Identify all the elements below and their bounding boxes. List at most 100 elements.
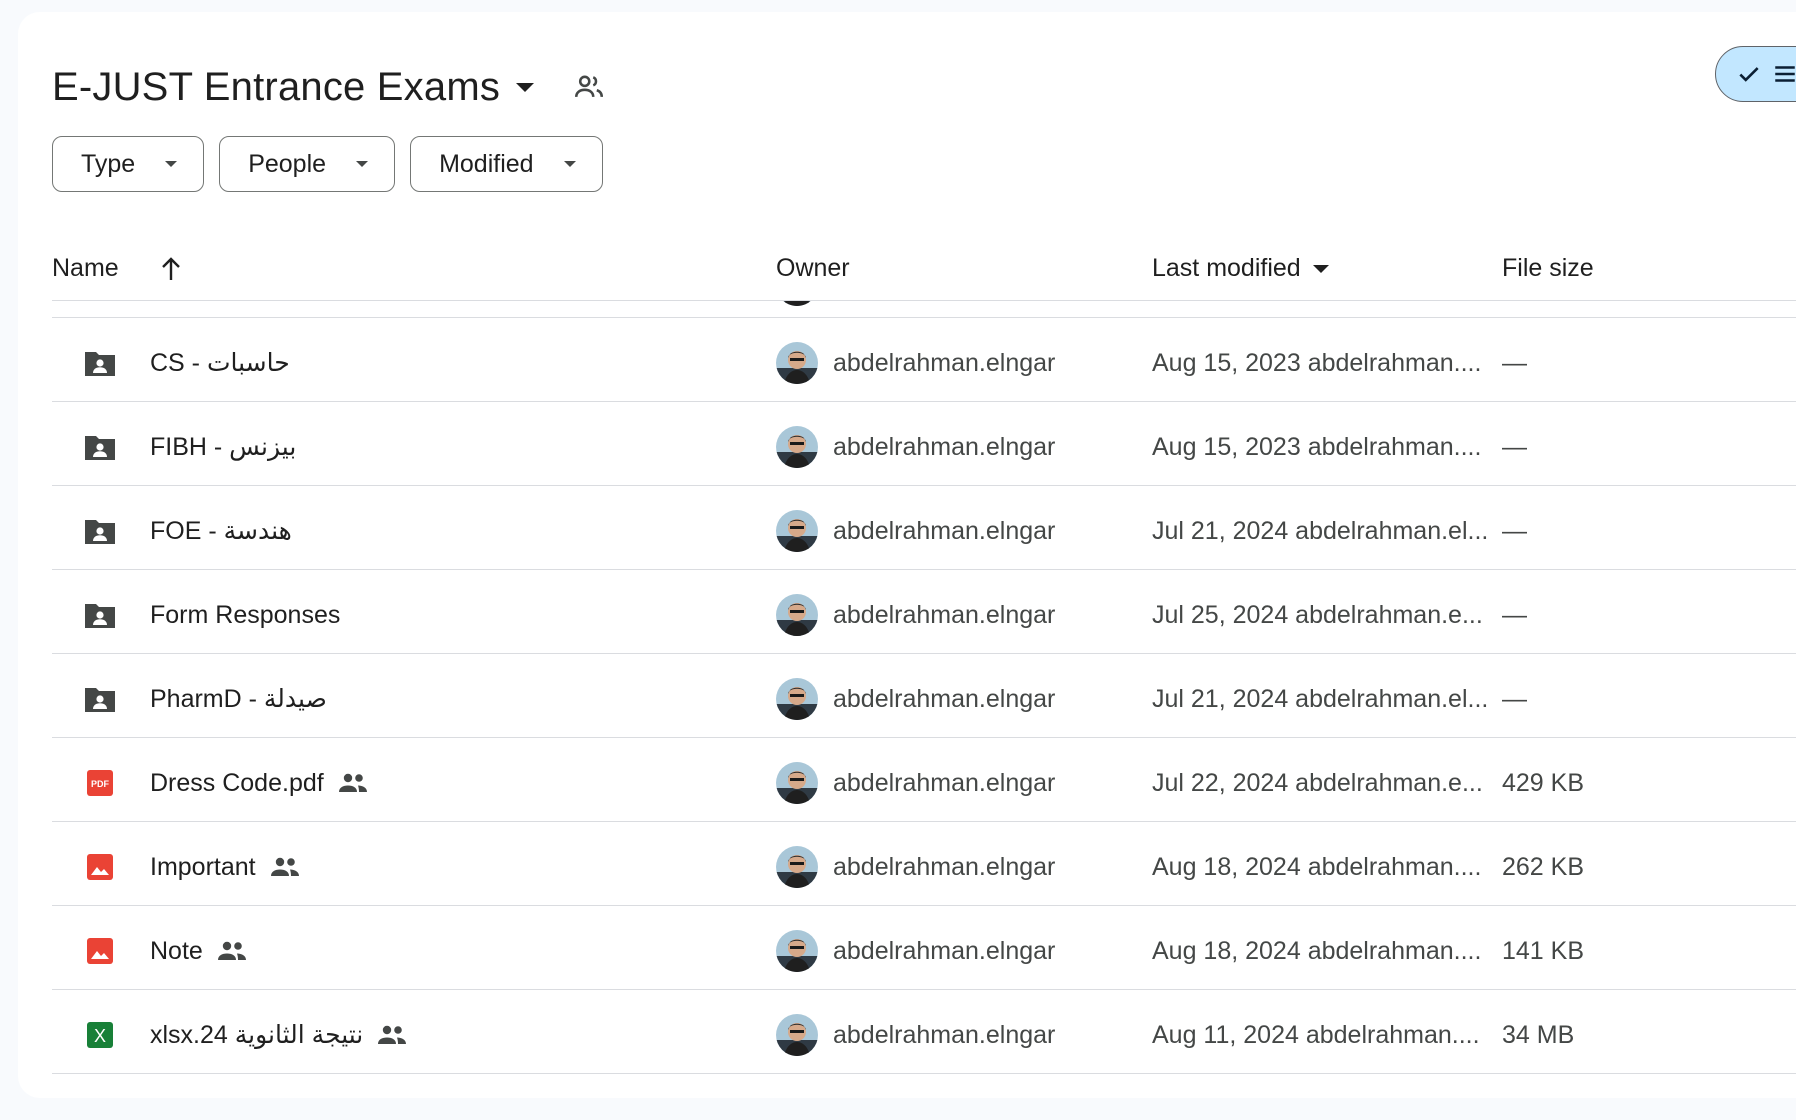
file-name-cell[interactable]: Dress Code.pdf xyxy=(150,768,368,798)
owner-name: abdelrahman.elngar xyxy=(833,1020,1056,1049)
last-modified-cell: Jul 22, 2024 abdelrahman.e... xyxy=(1152,768,1483,797)
avatar xyxy=(776,930,818,972)
owner-name: abdelrahman.elngar xyxy=(833,768,1056,797)
last-modified-cell: Jul 21, 2024 abdelrahman.el... xyxy=(1152,516,1489,545)
sort-arrow-up-icon[interactable] xyxy=(159,256,183,282)
file-size-cell: 262 KB xyxy=(1502,852,1585,881)
owner-cell[interactable]: abdelrahman.elngar xyxy=(776,930,1056,972)
file-name: بيزنس - FIBH xyxy=(150,433,297,461)
column-name-label: Name xyxy=(52,254,119,282)
owner-cell[interactable]: abdelrahman.elngar xyxy=(776,342,1056,384)
chevron-down-icon xyxy=(356,161,369,167)
image-file-icon xyxy=(82,933,118,969)
file-row[interactable]: X نتيجة الثانوية xlsx.24 abdelrahman.elnga… xyxy=(52,990,1796,1074)
image-file-icon xyxy=(82,849,118,885)
file-row[interactable]: بيزنس - FIBH abdelrahman.elngar Aug 15, 20… xyxy=(52,402,1796,486)
file-name: Note xyxy=(150,936,203,965)
shared-people-icon xyxy=(377,1024,407,1046)
view-toggle-button[interactable] xyxy=(1715,46,1796,102)
file-size-cell: 141 KB xyxy=(1502,936,1585,965)
avatar xyxy=(776,846,818,888)
owner-cell[interactable]: abdelrahman.elngar xyxy=(776,846,1056,888)
shared-folder-icon xyxy=(82,681,118,717)
filter-people-chip[interactable]: People xyxy=(219,136,396,192)
filter-modified-chip[interactable]: Modified xyxy=(410,136,603,192)
avatar xyxy=(776,426,818,468)
owner-cell[interactable]: abdelrahman.elngar xyxy=(776,510,1056,552)
column-last-modified-header[interactable]: Last modified xyxy=(1152,254,1329,283)
avatar xyxy=(776,678,818,720)
file-name-cell[interactable]: Important xyxy=(150,852,300,882)
chevron-down-icon[interactable] xyxy=(516,82,535,92)
file-row[interactable]: PDF Dress Code.pdf abdelrahman.elngar Jul 2… xyxy=(52,738,1796,822)
filter-people-label: People xyxy=(248,149,327,178)
check-icon xyxy=(1739,67,1759,82)
file-size-cell: — xyxy=(1502,432,1527,461)
column-file-size-header[interactable]: File size xyxy=(1502,254,1594,283)
shared-people-icon xyxy=(217,940,247,962)
shared-people-icon xyxy=(270,856,300,878)
manage-access-icon[interactable] xyxy=(572,70,606,104)
file-name: Dress Code.pdf xyxy=(150,768,324,797)
column-owner-header[interactable]: Owner xyxy=(776,254,850,283)
file-name-cell[interactable]: Note xyxy=(150,936,247,966)
avatar xyxy=(776,510,818,552)
file-name-cell[interactable]: حاسبات - CS xyxy=(150,348,290,378)
file-row[interactable]: حاسبات - CS abdelrahman.elngar Aug 15, 202… xyxy=(52,318,1796,402)
file-row[interactable]: صيدلة - PharmD abdelrahman.elngar Jul 21, … xyxy=(52,654,1796,738)
filter-type-chip[interactable]: Type xyxy=(52,136,205,192)
last-modified-cell: Aug 18, 2024 abdelrahman.... xyxy=(1152,852,1482,881)
file-size-cell: — xyxy=(1502,516,1527,545)
svg-text:X: X xyxy=(94,1026,106,1046)
file-size-cell: — xyxy=(1502,600,1527,629)
owner-name: abdelrahman.elngar xyxy=(833,852,1056,881)
avatar xyxy=(776,594,818,636)
file-row[interactable]: Note abdelrahman.elngar Aug 18, 2024 abdel… xyxy=(52,906,1796,990)
file-size-cell: — xyxy=(1502,684,1527,713)
owner-name: abdelrahman.elngar xyxy=(833,936,1056,965)
spreadsheet-file-icon: X xyxy=(82,1017,118,1053)
filter-type-label: Type xyxy=(81,149,136,178)
owner-cell[interactable]: abdelrahman.elngar xyxy=(776,678,1056,720)
last-modified-cell: Jul 21, 2024 abdelrahman.el... xyxy=(1152,684,1489,713)
file-name-cell[interactable]: بيزنس - FIBH xyxy=(150,432,296,462)
file-row[interactable]: Important abdelrahman.elngar Aug 18, 2024 … xyxy=(52,822,1796,906)
file-name: حاسبات - CS xyxy=(150,349,290,377)
owner-name: abdelrahman.elngar xyxy=(833,600,1056,629)
avatar xyxy=(776,762,818,804)
file-name: Form Responses xyxy=(150,600,341,629)
owner-name: abdelrahman.elngar xyxy=(833,684,1056,713)
folder-header: E-JUST Entrance Exams xyxy=(52,52,606,122)
owner-name: abdelrahman.elngar xyxy=(833,516,1056,545)
file-name-cell[interactable]: هندسة - FOE xyxy=(150,516,292,546)
file-list-panel: E-JUST Entrance Exams Type People Modifi… xyxy=(18,12,1796,1098)
owner-cell[interactable]: abdelrahman.elngar xyxy=(776,426,1055,468)
chevron-down-icon xyxy=(165,161,178,167)
owner-cell[interactable]: abdelrahman.elngar xyxy=(776,762,1056,804)
shared-folder-icon xyxy=(82,597,118,633)
svg-text:PDF: PDF xyxy=(91,779,110,789)
shared-people-icon xyxy=(338,772,368,794)
avatar xyxy=(776,1014,818,1056)
file-row[interactable]: هندسة - FOE abdelrahman.elngar Jul 21, 202… xyxy=(52,486,1796,570)
file-name: هندسة - FOE xyxy=(150,517,292,545)
shared-folder-icon xyxy=(82,429,118,465)
owner-name: abdelrahman.elngar xyxy=(833,348,1056,377)
last-modified-cell: Aug 15, 2023 abdelrahman.... xyxy=(1152,348,1482,377)
column-last-modified-label: Last modified xyxy=(1152,254,1301,282)
owner-cell[interactable]: abdelrahman.elngar xyxy=(776,594,1056,636)
avatar xyxy=(776,342,818,384)
file-name-cell[interactable]: صيدلة - PharmD xyxy=(150,684,327,714)
column-header-row: Name Owner Last modified File size xyxy=(52,237,1796,301)
file-row[interactable]: Form Responses abdelrahman.elngar Jul 25, … xyxy=(52,570,1796,654)
owner-cell[interactable]: abdelrahman.elngar xyxy=(776,1014,1056,1056)
file-name: نتيجة الثانوية xlsx.24 xyxy=(150,1021,364,1049)
file-size-cell: 34 MB xyxy=(1502,1020,1575,1049)
chevron-down-icon xyxy=(563,161,576,167)
file-name-cell[interactable]: Form Responses xyxy=(150,600,340,630)
page-title[interactable]: E-JUST Entrance Exams xyxy=(52,65,500,110)
last-modified-cell: Aug 15, 2023 abdelrahman.... xyxy=(1152,432,1482,461)
column-name-header[interactable]: Name xyxy=(52,254,183,283)
shared-folder-icon xyxy=(82,513,118,549)
file-name-cell[interactable]: نتيجة الثانوية xlsx.24 xyxy=(150,1020,407,1050)
